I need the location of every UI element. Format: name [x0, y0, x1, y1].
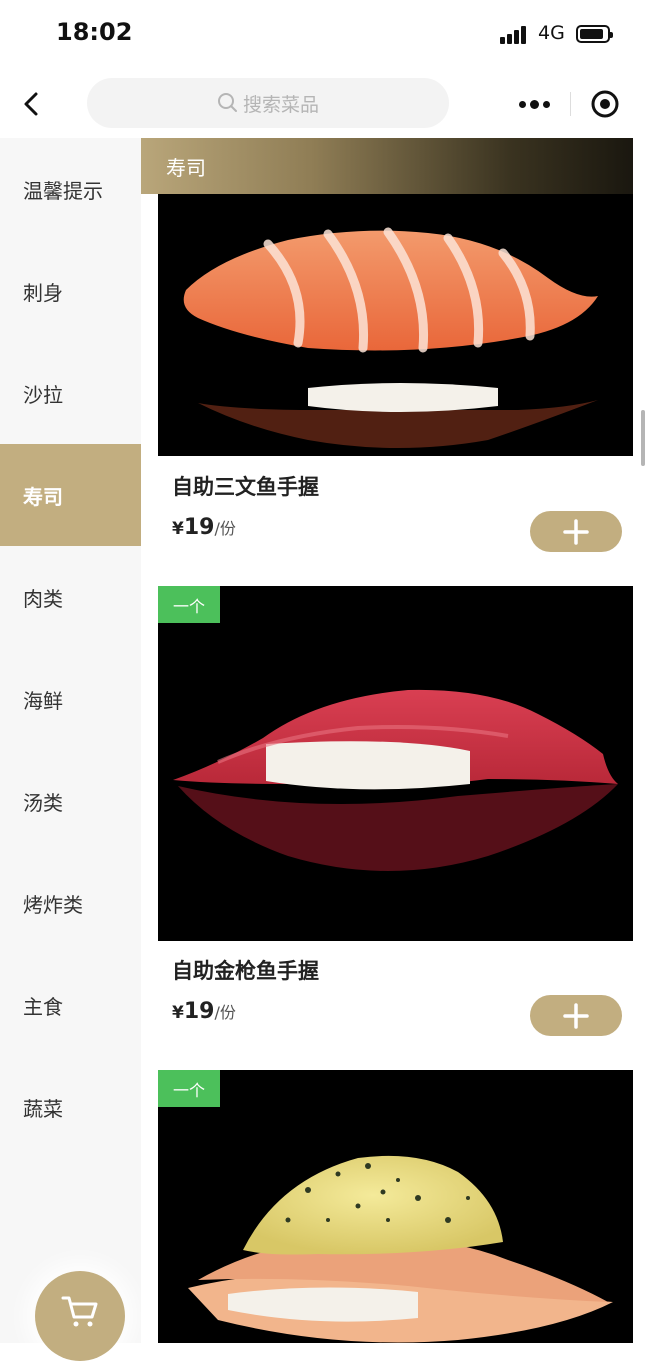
dish-image-salmon[interactable] — [158, 178, 633, 456]
sidebar-item-sashimi[interactable]: 刺身 — [0, 240, 141, 342]
salmon-nigiri-image — [158, 178, 633, 456]
add-button-tuna[interactable] — [530, 995, 622, 1036]
section-header: 寿司 — [141, 138, 633, 194]
network-type: 4G — [538, 22, 565, 44]
search-placeholder: 搜索菜品 — [242, 93, 319, 116]
sidebar-item-seafood[interactable]: 海鲜 — [0, 648, 141, 750]
status-bar: 18:02 4G — [0, 0, 650, 70]
category-sidebar: 温馨提示 刺身 沙拉 寿司 肉类 海鲜 汤类 烤炸类 主食 蔬菜 — [0, 138, 141, 1343]
nav-bar: 搜索菜品 — [0, 70, 650, 138]
back-button[interactable] — [18, 88, 46, 120]
search-icon — [217, 93, 237, 112]
sidebar-item-staple[interactable]: 主食 — [0, 954, 141, 1056]
scrollbar[interactable] — [641, 410, 645, 466]
dish-name-tuna: 自助金枪鱼手握 — [172, 959, 319, 983]
quantity-tag: 一个 — [158, 1070, 220, 1107]
sidebar-item-grilled-fried[interactable]: 烤炸类 — [0, 852, 141, 954]
add-button-salmon[interactable] — [530, 511, 622, 552]
target-icon — [591, 90, 619, 118]
status-time: 18:02 — [56, 18, 133, 46]
sidebar-item-salad[interactable]: 沙拉 — [0, 342, 141, 444]
cart-button[interactable] — [35, 1271, 125, 1361]
chevron-left-icon — [24, 92, 38, 116]
signal-icon — [500, 26, 532, 44]
plus-icon — [563, 1002, 589, 1029]
sidebar-item-soup[interactable]: 汤类 — [0, 750, 141, 852]
sidebar-item-vegetable[interactable]: 蔬菜 — [0, 1056, 141, 1158]
dish-list: 寿司 自助三文鱼手握 ¥19/份 一个 自助金枪鱼手握 ¥19/份 一个 — [141, 138, 650, 1343]
battery-icon — [576, 25, 613, 43]
more-dots-icon — [518, 100, 526, 108]
quantity-tag: 一个 — [158, 586, 220, 623]
plus-icon — [563, 518, 589, 545]
capsule-divider — [570, 92, 571, 116]
sidebar-item-tips[interactable]: 温馨提示 — [0, 138, 141, 240]
dish-name-salmon: 自助三文鱼手握 — [172, 475, 319, 499]
dish-price-tuna: ¥19/份 — [172, 999, 236, 1024]
dish-image-tuna[interactable]: 一个 — [158, 586, 633, 941]
section-title: 寿司 — [166, 156, 206, 180]
more-button[interactable] — [498, 79, 570, 129]
tuna-nigiri-image — [158, 586, 633, 941]
sidebar-item-meat[interactable]: 肉类 — [0, 546, 141, 648]
sidebar-item-sushi[interactable]: 寿司 — [0, 444, 141, 546]
close-mini-program-button[interactable] — [590, 89, 620, 119]
search-input[interactable]: 搜索菜品 — [87, 78, 449, 128]
seared-salmon-nigiri-image — [158, 1070, 633, 1343]
dish-image-seared-salmon[interactable]: 一个 — [158, 1070, 633, 1343]
mini-program-capsule — [498, 79, 638, 129]
dish-price-salmon: ¥19/份 — [172, 515, 236, 540]
cart-icon — [61, 1296, 98, 1327]
